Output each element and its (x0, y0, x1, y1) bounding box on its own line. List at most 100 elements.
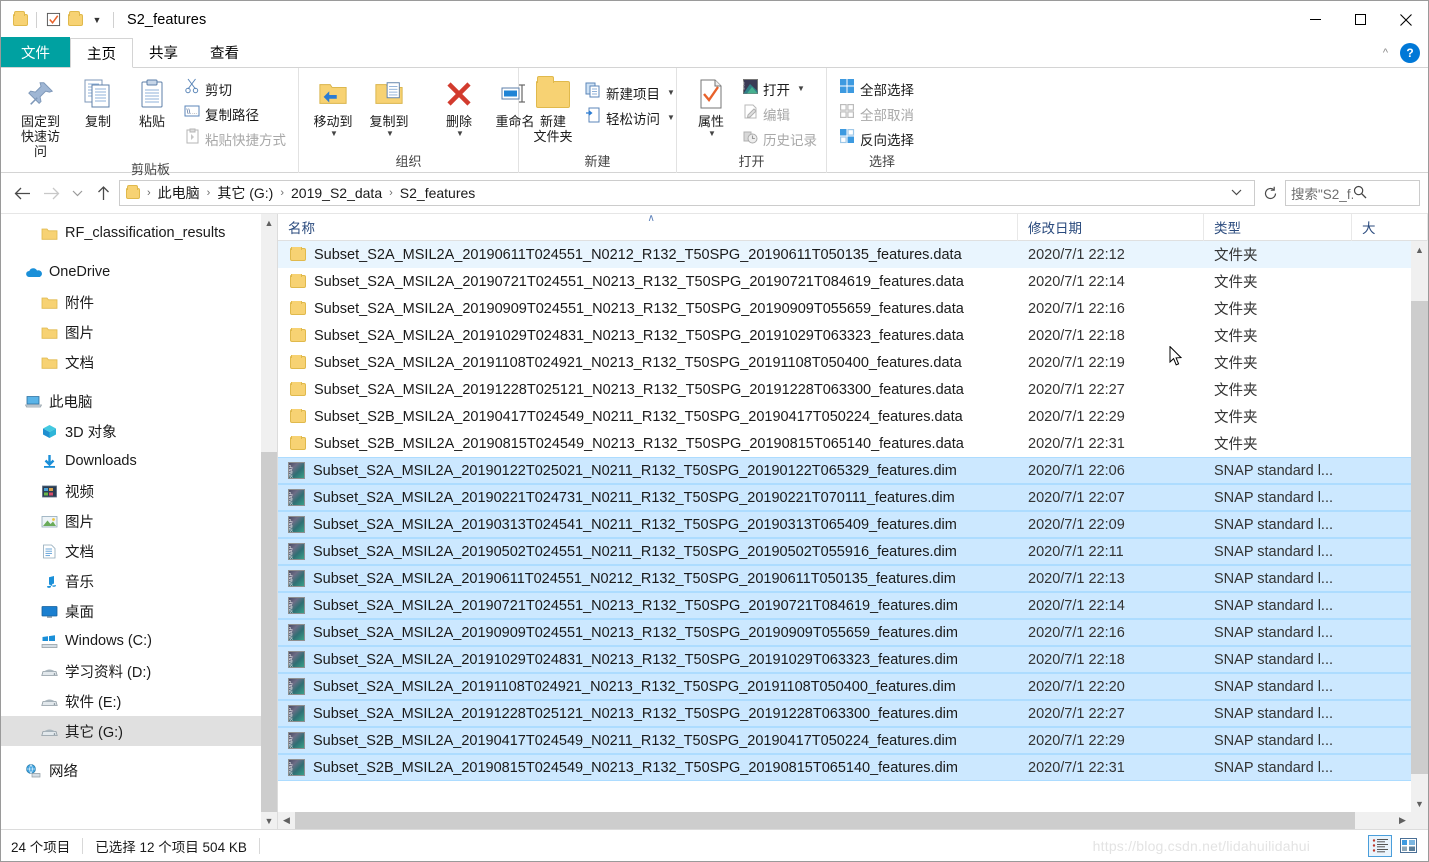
sidebar-item-[interactable]: 桌面 (1, 596, 277, 626)
paste-button[interactable]: 粘贴 (126, 74, 178, 129)
nav-scrollbar-thumb[interactable] (261, 451, 277, 812)
table-row[interactable]: Subset_S2A_MSIL2A_20191029T024831_N0213_… (278, 322, 1428, 349)
hscroll-thumb[interactable] (295, 812, 1355, 829)
sidebar-item-[interactable]: 网络 (1, 755, 277, 785)
copy-to-button[interactable]: 复制到 ▼ (363, 74, 415, 138)
paste-shortcut-button[interactable]: 粘贴快捷方式 (180, 126, 290, 151)
open-button[interactable]: SNAP 打开 ▼ (739, 76, 821, 101)
table-row[interactable]: Subset_S2A_MSIL2A_20190909T024551_N0213_… (278, 619, 1428, 646)
column-header-type[interactable]: 类型 (1204, 213, 1352, 241)
table-row[interactable]: Subset_S2B_MSIL2A_20190417T024549_N0211_… (278, 403, 1428, 430)
invert-selection-button[interactable]: 反向选择 (835, 126, 918, 151)
cut-button[interactable]: 剪切 (180, 76, 290, 101)
delete-button[interactable]: 删除 ▼ (433, 74, 485, 138)
vscroll-thumb[interactable] (1411, 300, 1428, 774)
file-list-horizontal-scrollbar[interactable]: ◀ ▶ (278, 812, 1428, 829)
table-row[interactable]: Subset_S2A_MSIL2A_20191228T025121_N0213_… (278, 700, 1428, 727)
chevron-left-icon[interactable]: ◀ (278, 812, 295, 829)
chevron-down-icon[interactable]: ▼ (456, 129, 464, 138)
large-icons-view-icon[interactable] (1396, 835, 1420, 857)
breadcrumb-item-s2-features[interactable]: S2_features (397, 185, 479, 201)
chevron-up-icon[interactable]: ▲ (261, 214, 277, 231)
chevron-down-icon[interactable]: ▼ (797, 84, 805, 93)
chevron-down-icon[interactable]: ▼ (386, 129, 394, 138)
table-row[interactable]: Subset_S2A_MSIL2A_20190721T024551_N0213_… (278, 592, 1428, 619)
sidebar-item-[interactable]: 文档 (1, 347, 277, 377)
chevron-down-icon[interactable] (1223, 187, 1250, 199)
select-none-button[interactable]: 全部取消 (835, 101, 918, 126)
chevron-up-icon[interactable]: ^ (1383, 47, 1388, 59)
new-folder-button[interactable]: 新建 文件夹 (527, 74, 579, 144)
easy-access-button[interactable]: 轻松访问 ▼ (581, 105, 679, 130)
forward-button[interactable] (38, 180, 64, 206)
new-folder-icon[interactable] (64, 9, 86, 31)
table-row[interactable]: Subset_S2A_MSIL2A_20190611T024551_N0212_… (278, 241, 1428, 268)
sidebar-item-e[interactable]: 软件 (E:) (1, 686, 277, 716)
copy-path-button[interactable]: \\... 复制路径 (180, 101, 290, 126)
move-to-button[interactable]: 移动到 ▼ (307, 74, 359, 138)
details-view-icon[interactable] (1368, 834, 1392, 857)
sidebar-item-windows-c[interactable]: Windows (C:) (1, 626, 277, 656)
new-item-button[interactable]: 新建项目 ▼ (581, 80, 679, 105)
table-row[interactable]: Subset_S2A_MSIL2A_20190122T025021_N0211_… (278, 457, 1428, 484)
sidebar-item-[interactable]: 图片 (1, 317, 277, 347)
tab-file[interactable]: 文件 (1, 37, 70, 67)
table-row[interactable]: Subset_S2A_MSIL2A_20190909T024551_N0213_… (278, 295, 1428, 322)
file-list-vertical-scrollbar[interactable]: ▲ ▼ (1411, 241, 1428, 812)
chevron-up-icon[interactable]: ▲ (1411, 241, 1428, 258)
sidebar-item-[interactable]: 视频 (1, 476, 277, 506)
sidebar-item-[interactable]: 附件 (1, 287, 277, 317)
minimize-button[interactable] (1293, 1, 1338, 38)
table-row[interactable]: Subset_S2B_MSIL2A_20190815T024549_N0213_… (278, 430, 1428, 457)
sidebar-item-rf-classification-results[interactable]: RF_classification_results (1, 218, 277, 248)
breadcrumb-item-2019-s2-data[interactable]: 2019_S2_data (288, 185, 385, 201)
chevron-down-icon[interactable]: ▼ (1411, 795, 1428, 812)
chevron-right-icon[interactable]: ▶ (1394, 812, 1411, 829)
tab-view[interactable]: 查看 (194, 37, 255, 67)
column-header-name[interactable]: 名称 ∧ (278, 213, 1018, 241)
sidebar-item-[interactable]: 图片 (1, 506, 277, 536)
maximize-button[interactable] (1338, 1, 1383, 38)
folder-icon[interactable] (9, 9, 31, 31)
table-row[interactable]: Subset_S2A_MSIL2A_20190313T024541_N0211_… (278, 511, 1428, 538)
up-button[interactable] (90, 180, 116, 206)
nav-scrollbar-track[interactable] (261, 231, 277, 812)
search-input[interactable]: 搜索"S2_f... (1285, 180, 1420, 206)
table-row[interactable]: Subset_S2A_MSIL2A_20190611T024551_N0212_… (278, 565, 1428, 592)
sidebar-item-onedrive[interactable]: OneDrive (1, 257, 277, 287)
refresh-button[interactable] (1258, 180, 1282, 206)
chevron-down-icon[interactable]: ▼ (86, 9, 108, 31)
table-row[interactable]: Subset_S2A_MSIL2A_20191029T024831_N0213_… (278, 646, 1428, 673)
vscroll-track[interactable] (1411, 258, 1428, 795)
sidebar-item-[interactable]: 音乐 (1, 566, 277, 596)
breadcrumb-item-drive-g[interactable]: 其它 (G:) (214, 183, 276, 203)
table-row[interactable]: Subset_S2A_MSIL2A_20191108T024921_N0213_… (278, 349, 1428, 376)
table-row[interactable]: Subset_S2A_MSIL2A_20190221T024731_N0211_… (278, 484, 1428, 511)
history-button[interactable]: 历史记录 (739, 126, 821, 151)
sidebar-item-3d[interactable]: 3D 对象 (1, 416, 277, 446)
help-button[interactable]: ? (1400, 43, 1420, 63)
chevron-down-icon[interactable]: ▼ (261, 812, 277, 829)
chevron-down-icon[interactable]: ▼ (330, 129, 338, 138)
properties-button[interactable]: 属性 ▼ (685, 74, 737, 138)
recent-locations-button[interactable] (67, 180, 87, 206)
back-button[interactable] (9, 180, 35, 206)
copy-button[interactable]: 复制 (72, 74, 124, 129)
tab-share[interactable]: 共享 (133, 37, 194, 67)
select-all-button[interactable]: 全部选择 (835, 76, 918, 101)
chevron-down-icon[interactable]: ▼ (667, 113, 675, 122)
tab-home[interactable]: 主页 (70, 38, 133, 68)
table-row[interactable]: Subset_S2A_MSIL2A_20191228T025121_N0213_… (278, 376, 1428, 403)
chevron-down-icon[interactable]: ▼ (667, 88, 675, 97)
column-header-date[interactable]: 修改日期 (1018, 213, 1204, 241)
sidebar-item-[interactable]: 文档 (1, 536, 277, 566)
close-button[interactable] (1383, 1, 1428, 38)
breadcrumb-item-this-pc[interactable]: 此电脑 (155, 183, 203, 203)
pin-to-quick-access-button[interactable]: 固定到 快速访问 (11, 74, 70, 159)
checkbox-properties-icon[interactable] (42, 9, 64, 31)
table-row[interactable]: Subset_S2B_MSIL2A_20190417T024549_N0211_… (278, 727, 1428, 754)
sidebar-item-[interactable]: 此电脑 (1, 386, 277, 416)
column-header-size[interactable]: 大 (1352, 213, 1428, 241)
table-row[interactable]: Subset_S2A_MSIL2A_20191108T024921_N0213_… (278, 673, 1428, 700)
nav-scrollbar[interactable]: ▲ ▼ (261, 214, 277, 829)
